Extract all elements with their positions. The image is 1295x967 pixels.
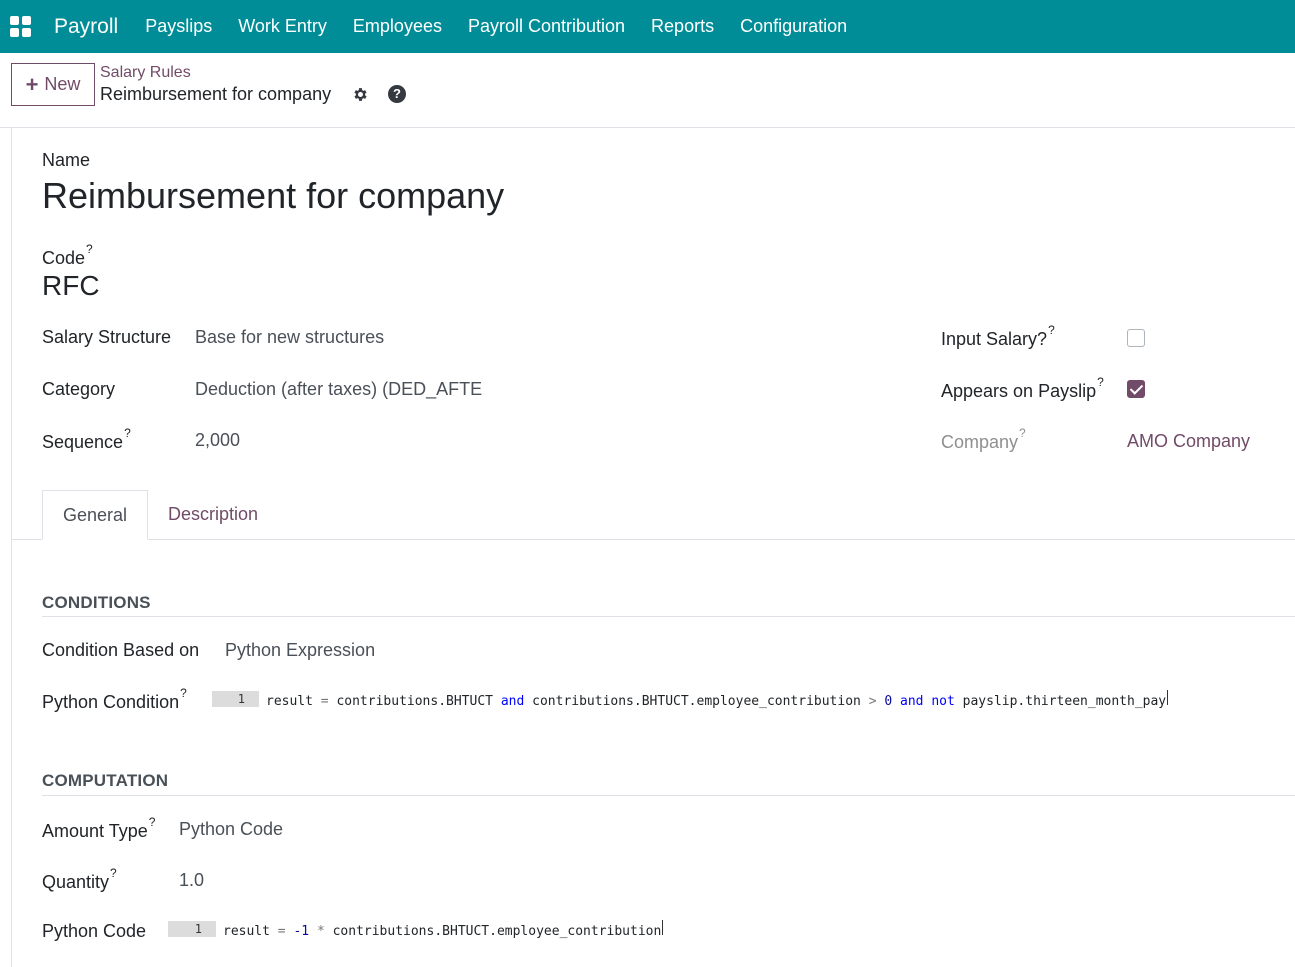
code-label: Code?: [42, 242, 93, 268]
app-brand[interactable]: Payroll: [54, 15, 118, 39]
nav-configuration[interactable]: Configuration: [727, 0, 860, 53]
apps-menu-icon[interactable]: [0, 0, 40, 53]
python-condition-editor[interactable]: 1 result = contributions.BHTUCT and cont…: [212, 689, 1169, 709]
section-divider: [42, 795, 1295, 796]
control-panel: + New Salary Rules Reimbursement for com…: [0, 53, 1295, 128]
code-field[interactable]: RFC: [42, 270, 100, 302]
category-field[interactable]: Deduction (after taxes) (DED_AFTE: [195, 379, 482, 400]
new-button[interactable]: + New: [11, 63, 95, 106]
code-line: result = contributions.BHTUCT and contri…: [266, 689, 1169, 709]
help-mark: ?: [86, 242, 93, 256]
python-condition-label: Python Condition?: [42, 686, 187, 712]
nav-reports[interactable]: Reports: [638, 0, 727, 53]
nav-payslips[interactable]: Payslips: [132, 0, 225, 53]
conditions-section-title: CONDITIONS: [42, 593, 151, 612]
name-field[interactable]: Reimbursement for company: [42, 175, 504, 217]
quantity-field[interactable]: 1.0: [179, 870, 204, 891]
input-salary-checkbox[interactable]: [1127, 329, 1145, 347]
python-code-label: Python Code: [42, 921, 147, 941]
code-line: result = -1 * contributions.BHTUCT.emplo…: [223, 919, 664, 939]
appears-on-payslip-checkbox[interactable]: [1127, 380, 1145, 398]
condition-based-on-label: Condition Based on: [42, 640, 200, 660]
amount-type-label: Amount Type?: [42, 815, 156, 841]
quantity-label: Quantity?: [42, 866, 117, 892]
nav-employees[interactable]: Employees: [340, 0, 455, 53]
nav-payroll-contribution[interactable]: Payroll Contribution: [455, 0, 638, 53]
gear-icon[interactable]: [352, 86, 369, 103]
salary-structure-label: Salary Structure: [42, 327, 172, 347]
company-field[interactable]: AMO Company: [1127, 431, 1250, 452]
name-label: Name: [42, 150, 91, 170]
line-number: 1: [212, 691, 259, 707]
computation-section-title: COMPUTATION: [42, 771, 169, 790]
form-sheet: [11, 128, 1295, 967]
category-label: Category: [42, 379, 116, 399]
python-code-editor[interactable]: 1 result = -1 * contributions.BHTUCT.emp…: [168, 919, 664, 939]
sequence-label: Sequence?: [42, 426, 131, 452]
tab-general[interactable]: General: [42, 490, 148, 540]
salary-structure-field[interactable]: Base for new structures: [195, 327, 384, 348]
input-salary-label: Input Salary??: [941, 323, 1055, 349]
tab-description[interactable]: Description: [168, 490, 258, 540]
condition-based-on-field[interactable]: Python Expression: [225, 640, 375, 661]
top-navbar: Payroll Payslips Work Entry Employees Pa…: [0, 0, 1295, 53]
new-button-label: New: [44, 74, 81, 94]
company-label: Company?: [941, 426, 1026, 452]
sequence-field[interactable]: 2,000: [195, 430, 240, 451]
help-icon[interactable]: ?: [388, 85, 406, 103]
section-divider: [42, 616, 1295, 617]
plus-icon: +: [25, 71, 39, 97]
amount-type-field[interactable]: Python Code: [179, 819, 283, 840]
breadcrumb-salary-rules[interactable]: Salary Rules: [100, 64, 191, 82]
breadcrumb-current: Reimbursement for company: [100, 84, 332, 104]
appears-on-payslip-label: Appears on Payslip?: [941, 375, 1104, 401]
line-number: 1: [168, 921, 216, 937]
nav-work-entry[interactable]: Work Entry: [225, 0, 340, 53]
